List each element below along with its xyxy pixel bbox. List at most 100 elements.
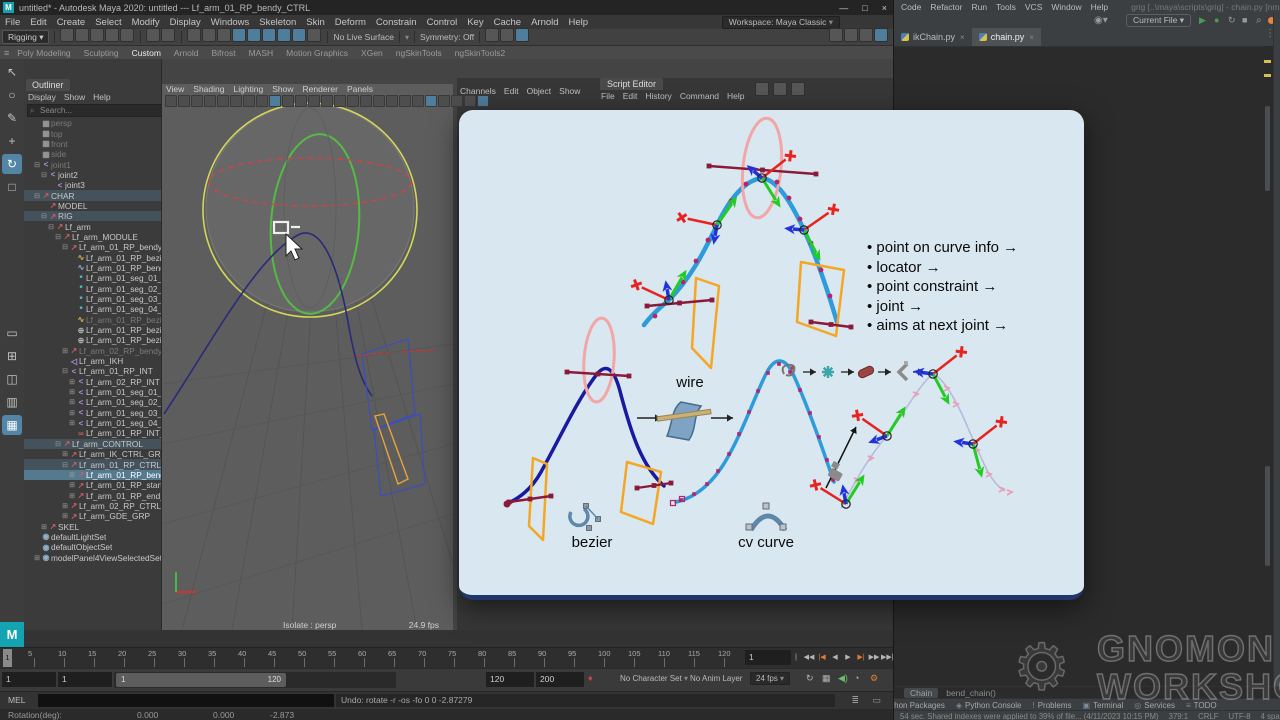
outliner-item[interactable]: ⊟↗RIG (24, 211, 161, 221)
toolbar-icon[interactable] (859, 28, 873, 42)
viewport-toolbar-icon[interactable] (217, 95, 229, 107)
editor-tab-ikChain.py[interactable]: ikChain.py× (894, 28, 972, 46)
outliner-item[interactable]: ⊕Lf_arm_01_RP_bezier_CRV (24, 325, 161, 335)
viewport-toolbar-icon[interactable] (282, 95, 294, 107)
viewport-toolbar-icon[interactable] (386, 95, 398, 107)
toolbar-icon[interactable] (217, 28, 231, 42)
clock-icon[interactable]: ◔ (854, 673, 859, 683)
viewport-menu-show[interactable]: Show (272, 84, 293, 94)
search-everywhere-icon[interactable]: ⌕ (1256, 15, 1262, 26)
outliner-item[interactable]: ⊞<Lf_arm_01_seg_02_RP_INT (24, 397, 161, 407)
viewport-menu-shading[interactable]: Shading (193, 84, 224, 94)
outliner-item[interactable]: ⊞<Lf_arm_01_seg_03_RP_INT (24, 408, 161, 418)
viewport-toolbar-icon[interactable] (425, 95, 437, 107)
outliner-item[interactable]: ◉defaultObjectSet (24, 542, 161, 552)
pc-menu-help[interactable]: Help (1091, 2, 1108, 12)
workspace-selector[interactable]: Workspace: Maya Classic ▾ (722, 16, 840, 29)
viewport-toolbar-icon[interactable] (412, 95, 424, 107)
scripteditor-menu-history[interactable]: History (645, 91, 671, 101)
paint-select-tool[interactable]: ✎ (2, 108, 22, 128)
outliner-item[interactable]: ⊟↗Lf_arm (24, 221, 161, 231)
loop-icon[interactable]: ↻ (806, 673, 814, 684)
tool-window-python-console[interactable]: ◈Python Console (956, 701, 1022, 710)
toolbar-icon[interactable] (515, 28, 529, 42)
tool-window-python-packages[interactable]: ▤Python Packages (894, 701, 945, 710)
menu-modify[interactable]: Modify (132, 17, 160, 28)
outliner-item[interactable]: ⊟↗Lf_arm_01_RP_CTRL_GRP (24, 459, 161, 469)
range-start-field[interactable]: 1 (58, 672, 112, 687)
error-stripe[interactable] (1263, 46, 1273, 676)
panel-icon[interactable] (791, 82, 805, 96)
outliner-item[interactable]: ⊞↗Lf_arm_01_RP_start_tange (24, 480, 161, 490)
playback-button-6[interactable]: ▶▶ (868, 650, 880, 665)
pc-menu-vcs[interactable]: VCS (1025, 2, 1042, 12)
menu-set-selector[interactable]: Rigging ▾ (2, 30, 49, 44)
character-set-selector[interactable]: No Character Set ▾ (620, 674, 688, 683)
menu-cache[interactable]: Cache (494, 17, 521, 28)
menu-windows[interactable]: Windows (211, 17, 250, 28)
tool-window-problems[interactable]: !Problems (1032, 701, 1071, 710)
mel-input[interactable] (38, 694, 334, 707)
playback-button-3[interactable]: ◀ (829, 650, 841, 665)
pc-menu-code[interactable]: Code (901, 2, 921, 12)
playback-button-7[interactable]: ▶▶| (881, 650, 893, 665)
maya-title-bar[interactable]: M untitled* - Autodesk Maya 2020: untitl… (0, 0, 893, 15)
toolbar-icon[interactable] (146, 28, 160, 42)
toolbar-icon[interactable] (247, 28, 261, 42)
viewport-toolbar-icon[interactable] (204, 95, 216, 107)
viewport-toolbar-icon[interactable] (191, 95, 203, 107)
viewport-toolbar-icon[interactable] (373, 95, 385, 107)
scripteditor-menu-file[interactable]: File (601, 91, 615, 101)
toolbar-icon[interactable] (105, 28, 119, 42)
current-frame-marker[interactable]: 1 (3, 649, 12, 667)
outliner-item[interactable]: ▦side (24, 149, 161, 159)
playback-button-1[interactable]: ◀◀ (803, 650, 815, 665)
playback-button-2[interactable]: |◀ (816, 650, 828, 665)
toolbar-icon[interactable] (161, 28, 175, 42)
menu-select[interactable]: Select (95, 17, 121, 28)
viewport-menu-panels[interactable]: Panels (347, 84, 373, 94)
toolbar-icon[interactable] (232, 28, 246, 42)
outliner-item[interactable]: ⊞↗Lf_arm_01_RP_end_tange (24, 490, 161, 500)
close-button[interactable]: × (882, 3, 887, 13)
outliner-item[interactable]: ⊞<Lf_arm_02_RP_INT (24, 377, 161, 387)
viewport-toolbar-icon[interactable] (360, 95, 372, 107)
outliner-item[interactable]: *Lf_arm_01_seg_03_RP_pos (24, 294, 161, 304)
viewport-menu-lighting[interactable]: Lighting (233, 84, 263, 94)
script-editor-icon[interactable]: ≣ (851, 695, 859, 706)
viewport-toolbar-icon[interactable] (230, 95, 242, 107)
shelf-menu-icon[interactable]: ≡ (4, 48, 9, 58)
anim-layer-selector[interactable]: No Anim Layer (690, 674, 742, 683)
viewport-toolbar-icon[interactable] (451, 95, 463, 107)
outliner-item[interactable]: *Lf_arm_01_seg_04_RP_pos (24, 304, 161, 314)
outliner-item[interactable]: ∿Lf_arm_01_RP_bend_CRV (24, 263, 161, 273)
panel-icon[interactable] (755, 82, 769, 96)
toolbar-icon[interactable] (120, 28, 134, 42)
toolbar-icon[interactable] (60, 28, 74, 42)
pycharm-title-bar[interactable]: CodeRefactorRunToolsVCSWindowHelp grig [… (894, 0, 1280, 13)
tab-close-icon[interactable]: × (1029, 33, 1034, 42)
viewport-toolbar-icon[interactable] (438, 95, 450, 107)
run-button[interactable]: ▶ (1199, 15, 1206, 26)
toolbar-icon[interactable] (90, 28, 104, 42)
outliner-item[interactable]: ◁Lf_arm_IKH (24, 356, 161, 366)
outliner-item[interactable]: ⊟↗CHAR (24, 190, 161, 200)
viewport-toolbar-icon[interactable] (308, 95, 320, 107)
viewport-toolbar-icon[interactable] (334, 95, 346, 107)
symmetry-label[interactable]: Symmetry: Off (420, 32, 474, 42)
shelf-tab-mash[interactable]: MASH (249, 48, 274, 58)
outliner-persp-layout[interactable]: ▦ (2, 415, 22, 435)
viewport-toolbar-icon[interactable] (165, 95, 177, 107)
viewport-menu-renderer[interactable]: Renderer (303, 84, 338, 94)
user-icon[interactable]: ◉▾ (1094, 15, 1108, 26)
rotate-tool[interactable]: ↻ (2, 154, 22, 174)
outliner-title[interactable]: Outliner (26, 79, 70, 91)
menu-file[interactable]: File (5, 17, 20, 28)
shelf-tab-arnold[interactable]: Arnold (174, 48, 199, 58)
outliner-menu-show[interactable]: Show (64, 92, 85, 102)
outliner-item[interactable]: ⊞↗SKEL (24, 521, 161, 531)
outliner-item[interactable]: ⊞↗Lf_arm_02_RP_CTRL_GRP (24, 501, 161, 511)
tool-window-terminal[interactable]: ▣Terminal (1083, 701, 1124, 710)
toolbar-icon[interactable] (292, 28, 306, 42)
toolbar-icon[interactable] (262, 28, 276, 42)
